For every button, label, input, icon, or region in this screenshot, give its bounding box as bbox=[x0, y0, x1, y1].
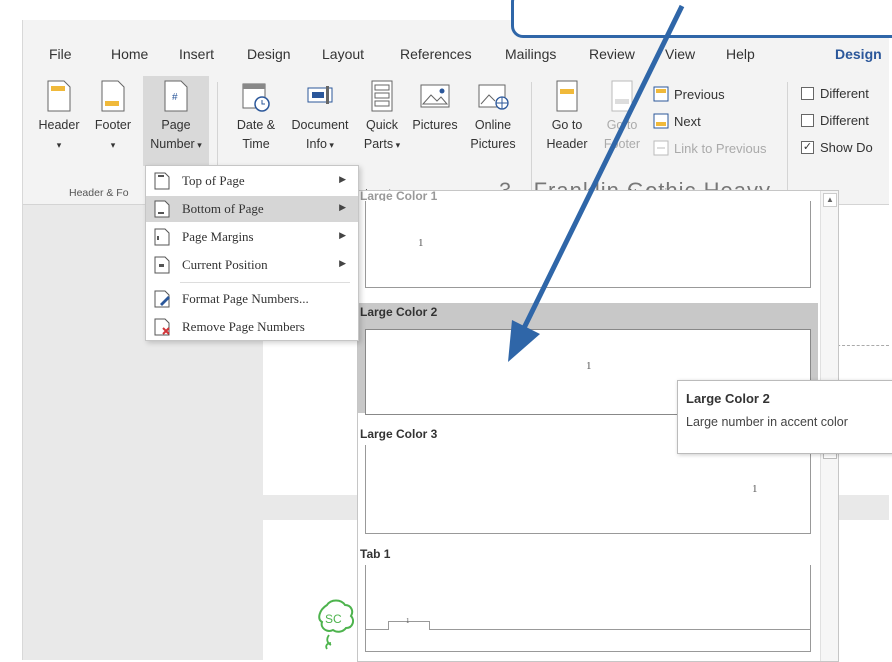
annotation-arrow bbox=[508, 4, 685, 362]
